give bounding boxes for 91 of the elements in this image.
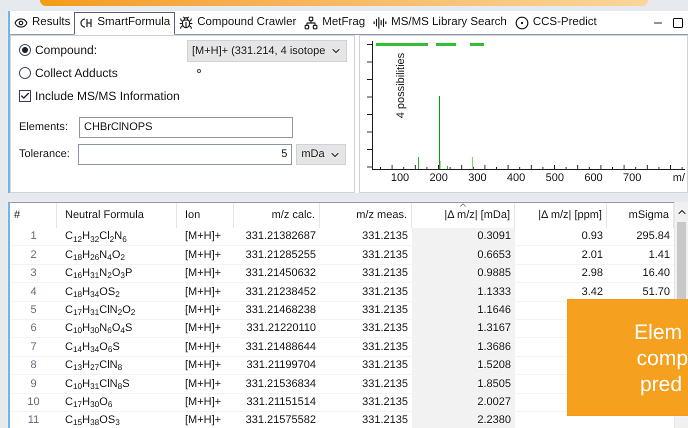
table-cell-text: 331.2135 [361, 303, 409, 318]
callout-text: Elem [634, 320, 683, 345]
table-cell-text: 331.21238452 [244, 284, 317, 300]
table-cell-text: 3 [29, 266, 38, 282]
table-cell-text: 331.21488644 [244, 340, 317, 355]
table-cell: 0.6653 [412, 246, 515, 264]
axis-tick-label: 200 [430, 171, 448, 186]
axis-tick-label: 100 [390, 171, 410, 186]
table-cell-text: 331.21199704 [245, 358, 317, 374]
table-cell: 1.5208 [412, 356, 515, 374]
table-cell-text: 8 [29, 358, 38, 374]
table-cell-text: [M+H]+ [184, 266, 222, 282]
table-cell-text: [M+H]+ [184, 413, 222, 428]
table-cell-text: 10 [26, 394, 41, 410]
table-cell-text: 331.2135 [361, 340, 409, 355]
table-cell-text: 331.2135 [361, 358, 409, 374]
table-cell-text: 331.21536834 [244, 376, 317, 392]
option-label: Collect Adducts [35, 64, 118, 82]
axis-label: m/ [672, 171, 685, 186]
table-cell-text: 331.2135 [361, 394, 409, 410]
table-cell: 1.8505 [412, 375, 515, 393]
table-cell-text: 11 [26, 413, 40, 428]
table-cell-text: C$_{18}$H$_{26}$N$_{4}$O$_{2}$ [64, 248, 126, 264]
table-cell-text: C$_{18}$H$_{34}$OS$_{2}$ [64, 284, 121, 301]
table-cell-text: 16.40 [641, 266, 671, 282]
table-cell: 2.0027 [412, 394, 515, 411]
table-cell-text: C$_{17}$H$_{30}$O$_{6}$ [64, 394, 114, 411]
table-cell-text: 295.84 [635, 229, 671, 244]
table-cell-text: 6 [29, 321, 38, 336]
table-cell-text: 5 [29, 303, 38, 318]
peak-annotation: 4 possibilities [394, 52, 408, 118]
table-cell-text: [M+H]+ [184, 248, 222, 263]
table-cell-text: C$_{13}$H$_{27}$ClN$_{8}$ [64, 358, 124, 374]
table-cell: 1.1646 [412, 302, 515, 319]
table-cell-text: 1.41 [648, 248, 671, 263]
table-cell-text: 331.2135 [361, 413, 409, 428]
table-cell-text: 331.2135 [361, 248, 409, 263]
table-cell: 0.9885 [412, 264, 515, 282]
table-cell: 1.3167 [412, 320, 515, 338]
table-cell-text: 331.21450632 [244, 266, 317, 282]
table-cell-text: 331.2135 [361, 376, 409, 392]
axis-tick-label: 600 [584, 171, 603, 186]
table-cell-text: C$_{12}$H$_{32}$Cl$_{2}$N$_{6}$ [64, 229, 128, 246]
table-cell-text: [M+H]+ [184, 229, 222, 244]
table-cell: 0.3091 [412, 228, 515, 246]
option-label: Compound: [35, 42, 98, 58]
option-label: Include MS/MS Information [35, 88, 180, 104]
field-label: Tolerance: [19, 147, 71, 162]
table-cell-text: 1 [29, 229, 38, 244]
callout-text: pred [640, 372, 683, 397]
axis-tick-label: 700 [623, 171, 642, 186]
table-cell: 1.3686 [412, 338, 515, 356]
table-cell-text: 331.21151514 [245, 394, 317, 410]
table-cell-text: C$_{14}$H$_{34}$O$_{6}$S [64, 340, 121, 356]
table-cell-text: 2.01 [580, 248, 604, 263]
table-cell-text: [M+H]+ [184, 394, 222, 410]
table-cell-text: C$_{15}$H$_{38}$OS$_{3}$ [64, 413, 121, 428]
table-cell-text: C$_{16}$H$_{31}$N$_{2}$O$_{3}$P [64, 266, 134, 282]
table-cell-text: [M+H]+ [184, 284, 222, 300]
table-cell-text: 2 [29, 248, 38, 263]
axis-tick-label: 500 [546, 171, 564, 186]
table-cell-text: 3.42 [580, 284, 604, 300]
table-cell-text: [M+H]+ [184, 340, 222, 355]
table-cell-text: [M+H]+ [184, 358, 222, 374]
table-cell-text: [M+H]+ [184, 376, 222, 392]
table-cell-text: 331.21285255 [244, 248, 317, 263]
table-cell: 2.2380 [412, 412, 515, 428]
table-cell-text: 331.2135 [361, 266, 409, 282]
table-cell-text: 331.21382687 [244, 229, 317, 244]
table-cell-text: 2.98 [580, 266, 604, 282]
axis-tick-label: 400 [506, 171, 526, 186]
table-cell-text: 4 [29, 284, 38, 300]
table-cell-text: 331.2135 [361, 229, 409, 244]
table-cell-text: 7 [29, 340, 38, 355]
table-cell-text: 9 [29, 376, 38, 392]
table-cell-text: 0.93 [580, 229, 604, 244]
table-cell-text: [M+H]+ [184, 321, 222, 336]
table-cell-text: C$_{17}$H$_{31}$ClN$_{2}$O$_{2}$ [64, 303, 136, 319]
field-label: Elements: [19, 120, 69, 136]
table-cell-text: 331.21468238 [244, 303, 317, 318]
table-cell-text: C$_{10}$H$_{30}$N$_{6}$O$_{4}$S [64, 321, 134, 338]
table-cell-text: 51.70 [641, 284, 671, 300]
table-cell-text: C$_{10}$H$_{31}$ClN$_{8}$S [64, 376, 131, 393]
table-cell: 1.1333 [412, 283, 515, 301]
axis-tick-label: 300 [468, 171, 487, 186]
table-cell-text: 331.2135 [361, 284, 409, 300]
table-cell-text: 331.21220110 [245, 321, 317, 336]
table-cell-text: 331.21575582 [244, 413, 317, 428]
table-cell-text: [M+H]+ [184, 303, 222, 318]
callout-text: comp [636, 346, 688, 371]
table-cell-text: 331.2135 [361, 321, 409, 336]
